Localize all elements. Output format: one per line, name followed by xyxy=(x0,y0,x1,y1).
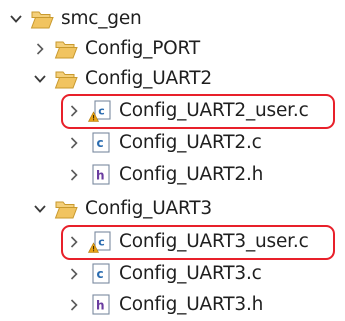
chevron-right-icon[interactable] xyxy=(66,290,82,320)
tree-item-config-uart2-user-c[interactable]: c Config_UART2_user.c xyxy=(66,96,309,126)
tree-item-config-uart2-h[interactable]: h Config_UART2.h xyxy=(66,160,263,190)
svg-text:h: h xyxy=(96,169,104,183)
folder-open-icon xyxy=(54,197,78,221)
tree-item-label: Config_UART2_user.c xyxy=(119,100,309,121)
tree-item-label: smc_gen xyxy=(61,8,142,29)
c-file-warning-icon: c xyxy=(88,99,112,123)
svg-text:c: c xyxy=(97,136,104,150)
tree-item-config-uart3-h[interactable]: h Config_UART3.h xyxy=(66,290,263,320)
svg-text:c: c xyxy=(98,236,104,249)
folder-icon xyxy=(54,37,78,61)
tree-item-label: Config_UART2.c xyxy=(119,132,262,153)
tree-item-label: Config_UART2.h xyxy=(119,164,264,185)
c-file-icon: c xyxy=(88,262,112,286)
folder-open-icon xyxy=(54,67,78,91)
tree-item-config-uart3-c[interactable]: c Config_UART3.c xyxy=(66,259,262,289)
chevron-right-icon[interactable] xyxy=(66,227,82,257)
tree-item-config-uart2[interactable]: Config_UART2 xyxy=(32,64,212,94)
tree-item-label: Config_UART3 xyxy=(85,198,212,219)
chevron-right-icon[interactable] xyxy=(66,259,82,289)
chevron-right-icon[interactable] xyxy=(66,128,82,158)
chevron-right-icon[interactable] xyxy=(32,34,48,64)
c-file-icon: c xyxy=(88,131,112,155)
h-file-icon: h xyxy=(88,163,112,187)
tree-item-label: Config_UART2 xyxy=(85,68,212,89)
svg-text:c: c xyxy=(97,267,104,281)
tree-item-smc-gen[interactable]: smc_gen xyxy=(8,4,142,34)
folder-open-icon xyxy=(30,7,54,31)
tree-item-label: Config_UART3.h xyxy=(119,294,264,315)
chevron-right-icon[interactable] xyxy=(66,160,82,190)
tree-item-label: Config_UART3.c xyxy=(119,263,262,284)
svg-text:c: c xyxy=(98,105,104,118)
chevron-down-icon[interactable] xyxy=(8,4,24,34)
tree-item-label: Config_UART3_user.c xyxy=(119,231,309,252)
tree-item-label: Config_PORT xyxy=(85,38,200,59)
svg-text:h: h xyxy=(96,299,104,313)
chevron-down-icon[interactable] xyxy=(32,194,48,224)
chevron-right-icon[interactable] xyxy=(66,96,82,126)
chevron-down-icon[interactable] xyxy=(32,64,48,94)
c-file-warning-icon: c xyxy=(88,230,112,254)
tree-item-config-uart2-c[interactable]: c Config_UART2.c xyxy=(66,128,262,158)
tree-item-config-uart3-user-c[interactable]: c Config_UART3_user.c xyxy=(66,227,309,257)
tree-item-config-port[interactable]: Config_PORT xyxy=(32,34,200,64)
tree-item-config-uart3[interactable]: Config_UART3 xyxy=(32,194,212,224)
project-explorer-tree: smc_gen Config_PORT Config_UART2 c Confi… xyxy=(0,0,345,321)
h-file-icon: h xyxy=(88,293,112,317)
